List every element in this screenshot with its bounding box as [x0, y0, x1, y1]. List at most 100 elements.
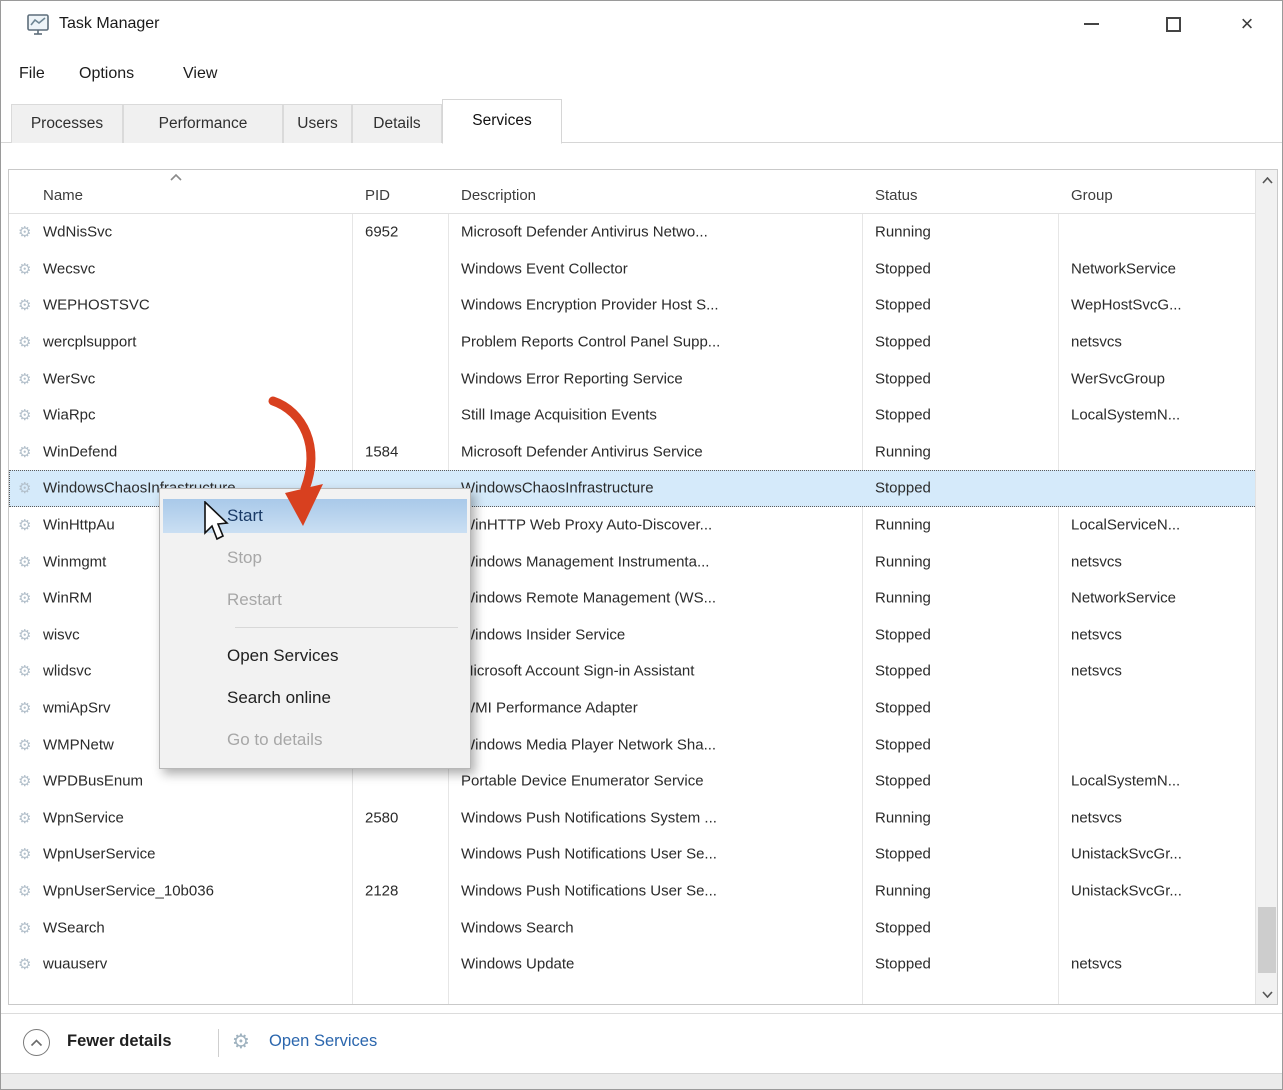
menu-bar: File Options View: [1, 53, 1282, 95]
cell-group: netsvcs: [1071, 334, 1255, 351]
cell-description: Windows Encryption Provider Host S...: [461, 297, 859, 314]
title-bar: Task Manager ×: [1, 1, 1282, 51]
cell-name: WerSvc: [43, 370, 349, 387]
close-button[interactable]: ×: [1216, 1, 1278, 47]
cell-status: Running: [875, 882, 1055, 899]
footer-divider: [218, 1029, 219, 1057]
cell-name: WinDefend: [43, 443, 349, 460]
scrollbar-thumb[interactable]: [1258, 907, 1276, 973]
scroll-down-button[interactable]: [1256, 984, 1278, 1004]
fewer-details-toggle[interactable]: [23, 1029, 50, 1056]
table-row[interactable]: ⚙ WerSvc Windows Error Reporting Service St…: [9, 360, 1257, 397]
chevron-up-icon: [1262, 177, 1273, 184]
table-row[interactable]: ⚙WdNisSvc6952Microsoft Defender Antiviru…: [9, 214, 1257, 251]
cell-pid: 2580: [365, 809, 445, 826]
vertical-scrollbar[interactable]: [1255, 170, 1277, 1004]
gear-icon: ⚙: [232, 1029, 250, 1053]
cell-description: Windows Media Player Network Sha...: [461, 736, 859, 753]
cell-group: netsvcs: [1071, 626, 1255, 643]
cell-status: Stopped: [875, 407, 1055, 424]
open-services-link[interactable]: Open Services: [269, 1032, 377, 1051]
menu-file[interactable]: File: [13, 53, 51, 95]
service-gear-icon: ⚙: [18, 809, 31, 827]
maximize-button[interactable]: [1142, 1, 1204, 47]
cell-description: Microsoft Defender Antivirus Netwo...: [461, 224, 859, 241]
menu-options[interactable]: Options: [73, 53, 140, 95]
table-row[interactable]: ⚙WecsvcWindows Event CollectorStoppedNet…: [9, 251, 1257, 288]
service-gear-icon: ⚙: [18, 662, 31, 680]
column-header-pid[interactable]: PID: [365, 170, 390, 214]
cell-status: Stopped: [875, 736, 1055, 753]
service-gear-icon: ⚙: [18, 260, 31, 278]
service-gear-icon: ⚙: [18, 845, 31, 863]
tab-processes[interactable]: Processes: [11, 104, 123, 143]
cell-name: WiaRpc: [43, 407, 349, 424]
cell-name: WPDBusEnum: [43, 773, 349, 790]
cell-status: Stopped: [875, 480, 1055, 497]
cell-group: UnistackSvcGr...: [1071, 846, 1255, 863]
cell-name: Wecsvc: [43, 260, 349, 277]
table-row[interactable]: ⚙WSearchWindows SearchStopped: [9, 909, 1257, 946]
cell-status: Running: [875, 443, 1055, 460]
cell-status: Stopped: [875, 846, 1055, 863]
cell-description: Windows Search: [461, 919, 859, 936]
cell-name: wercplsupport: [43, 334, 349, 351]
tab-performance[interactable]: Performance: [123, 104, 283, 143]
menu-item-go-to-details: Go to details: [160, 719, 470, 761]
table-row[interactable]: ⚙wuauservWindows UpdateStoppednetsvcs: [9, 946, 1257, 983]
service-gear-icon: ⚙: [18, 882, 31, 900]
table-row[interactable]: ⚙WiaRpcStill Image Acquisition EventsSto…: [9, 397, 1257, 434]
cell-description: Windows Error Reporting Service: [461, 370, 859, 387]
cell-description: Microsoft Defender Antivirus Service: [461, 443, 859, 460]
column-header-status[interactable]: Status: [875, 170, 918, 214]
table-row[interactable]: ⚙WinDefend1584Microsoft Defender Antivir…: [9, 434, 1257, 471]
cell-status: Running: [875, 590, 1055, 607]
cell-group: WerSvcGroup: [1071, 370, 1255, 387]
table-row[interactable]: ⚙WEPHOSTSVCWindows Encryption Provider H…: [9, 287, 1257, 324]
cell-description: Windows Push Notifications System ...: [461, 809, 859, 826]
tab-strip: Processes Performance Users Details Serv…: [1, 99, 1282, 143]
task-manager-window: Task Manager × File Options View Process…: [0, 0, 1283, 1090]
cell-description: Windows Push Notifications User Se...: [461, 882, 859, 899]
cell-status: Stopped: [875, 370, 1055, 387]
menu-item-restart: Restart: [160, 579, 470, 621]
table-row[interactable]: ⚙WpnService2580Windows Push Notification…: [9, 800, 1257, 837]
column-header-name[interactable]: Name: [43, 170, 83, 214]
cell-group: LocalServiceN...: [1071, 517, 1255, 534]
cell-status: Stopped: [875, 663, 1055, 680]
scroll-up-button[interactable]: [1256, 170, 1278, 190]
service-gear-icon: ⚙: [18, 736, 31, 754]
window-title: Task Manager: [59, 15, 160, 33]
cell-name: WdNisSvc: [43, 224, 349, 241]
cell-description: Windows Update: [461, 956, 859, 973]
table-row[interactable]: ⚙WpnUserService_10b0362128Windows Push N…: [9, 873, 1257, 910]
menu-item-start[interactable]: Start: [160, 495, 470, 537]
tab-details[interactable]: Details: [352, 104, 442, 143]
menu-item-search-online[interactable]: Search online: [160, 677, 470, 719]
window-bottom-edge: [1, 1073, 1282, 1090]
table-row[interactable]: ⚙WpnUserServiceWindows Push Notification…: [9, 836, 1257, 873]
service-gear-icon: ⚙: [18, 406, 31, 424]
cell-description: Windows Management Instrumenta...: [461, 553, 859, 570]
menu-view[interactable]: View: [177, 53, 223, 95]
column-header-description[interactable]: Description: [461, 170, 536, 214]
service-gear-icon: ⚙: [18, 296, 31, 314]
table-row[interactable]: ⚙ wercplsupport Problem Reports Control Pa…: [9, 324, 1257, 361]
cell-description: Windows Push Notifications User Se...: [461, 846, 859, 863]
service-gear-icon: ⚙: [18, 589, 31, 607]
cell-description: Problem Reports Control Panel Supp...: [461, 334, 859, 351]
cell-pid: 1584: [365, 443, 445, 460]
cell-status: Stopped: [875, 773, 1055, 790]
service-gear-icon: ⚙: [18, 370, 31, 388]
tab-users[interactable]: Users: [283, 104, 352, 143]
cell-pid: 6952: [365, 224, 445, 241]
menu-item-open-services[interactable]: Open Services: [160, 635, 470, 677]
cell-status: Running: [875, 809, 1055, 826]
cell-description: Windows Event Collector: [461, 260, 859, 277]
fewer-details-label[interactable]: Fewer details: [67, 1032, 172, 1051]
minimize-button[interactable]: [1060, 1, 1122, 47]
tab-services[interactable]: Services: [442, 99, 562, 144]
sort-ascending-icon: [169, 173, 183, 182]
column-header-group[interactable]: Group: [1071, 170, 1113, 214]
service-gear-icon: ⚙: [18, 333, 31, 351]
